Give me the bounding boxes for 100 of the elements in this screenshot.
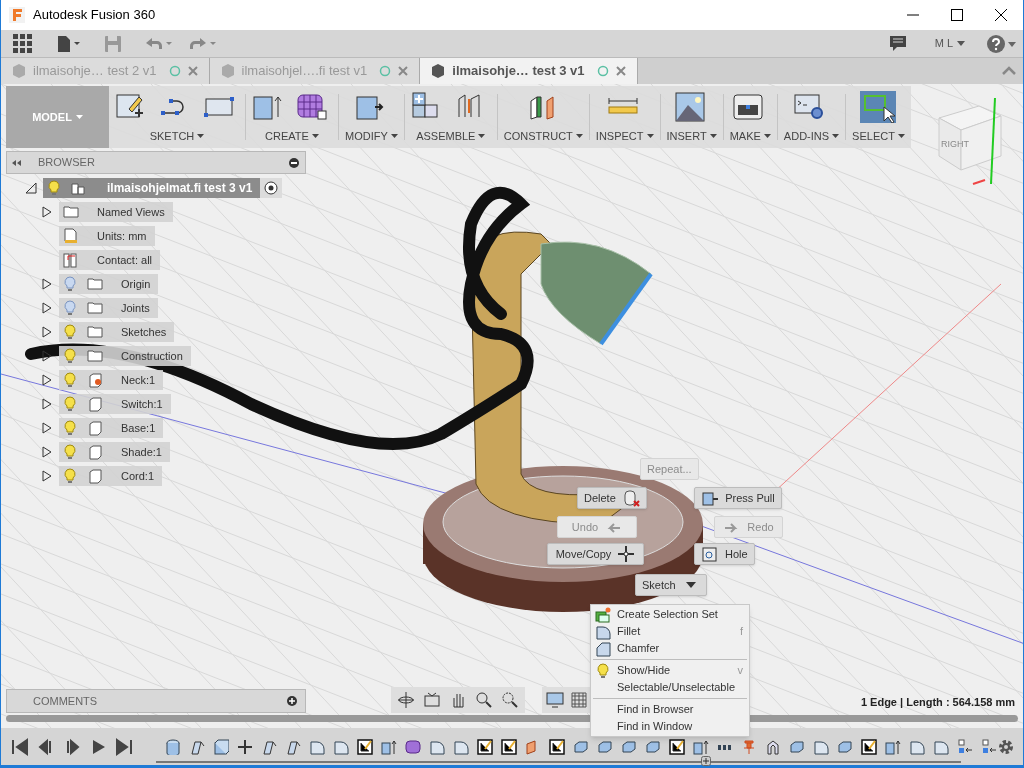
- browser-node[interactable]: Joints: [59, 298, 158, 318]
- maximize-icon[interactable]: [951, 9, 963, 21]
- close-icon[interactable]: [995, 9, 1007, 21]
- toolbar-group-menu[interactable]: SELECT: [852, 127, 905, 144]
- browser-node[interactable]: Origin: [59, 274, 159, 294]
- toolbar-group-menu[interactable]: MODIFY: [345, 127, 398, 144]
- toolbar-group-menu[interactable]: INSPECT: [595, 127, 654, 144]
- lightbulb-icon[interactable]: [63, 348, 77, 364]
- fit-zoom-icon[interactable]: [501, 691, 519, 709]
- component-arrow-icon[interactable]: [981, 738, 997, 755]
- lightbulb-icon[interactable]: [63, 468, 77, 484]
- settings-icon[interactable]: [997, 737, 1015, 756]
- expand-arrow-icon[interactable]: [41, 422, 53, 434]
- lightbulb-icon[interactable]: [63, 420, 77, 436]
- lightbulb-icon[interactable]: [63, 324, 77, 340]
- user-menu[interactable]: M L: [934, 35, 965, 52]
- fillet-icon[interactable]: [429, 738, 445, 755]
- close-tab-icon[interactable]: [614, 65, 627, 77]
- look-at-icon[interactable]: [423, 691, 441, 709]
- combine-icon[interactable]: [837, 738, 853, 755]
- fillet-icon[interactable]: [333, 738, 349, 755]
- cylinder-icon[interactable]: [165, 738, 181, 755]
- toolbar-group-menu[interactable]: ADD-INS: [783, 127, 840, 144]
- toolbar-group-menu[interactable]: MAKE: [729, 127, 771, 144]
- browser-node[interactable]: Sketches: [59, 322, 175, 342]
- box-icon[interactable]: [213, 738, 229, 755]
- expand-arrow-icon[interactable]: [41, 302, 53, 314]
- browser-node[interactable]: Switch:1: [59, 394, 171, 414]
- lightbulb-icon[interactable]: [63, 444, 77, 460]
- expand-arrow-icon[interactable]: [41, 278, 53, 290]
- context-menu-item[interactable]: Create Selection Set: [591, 606, 749, 623]
- marking-menu-button[interactable]: Move/Copy: [547, 543, 644, 565]
- expand-arrow-icon[interactable]: [41, 398, 53, 410]
- help-icon[interactable]: [987, 34, 1017, 53]
- component-arrow-icon[interactable]: [957, 738, 973, 755]
- combine-icon[interactable]: [645, 738, 661, 755]
- grid-icon[interactable]: [570, 691, 588, 709]
- sketch-icon[interactable]: [549, 738, 565, 755]
- toolbar-group-menu[interactable]: CREATE: [265, 127, 319, 144]
- add-comment-icon[interactable]: [287, 696, 297, 706]
- rib-icon[interactable]: [765, 738, 781, 755]
- sweep-icon[interactable]: [285, 738, 301, 755]
- context-menu-item[interactable]: Fillet f: [591, 623, 749, 640]
- add-marker-icon[interactable]: [701, 756, 711, 766]
- combine-icon[interactable]: [597, 738, 613, 755]
- orbit-icon[interactable]: [397, 691, 415, 709]
- extrude-icon[interactable]: [381, 738, 397, 755]
- toolbar-group-menu[interactable]: SKETCH: [149, 127, 205, 144]
- extrude-icon[interactable]: [885, 738, 901, 755]
- lightbulb-icon[interactable]: [63, 372, 77, 388]
- marking-menu-button[interactable]: Sketch: [635, 574, 707, 596]
- form-icon[interactable]: [405, 738, 421, 755]
- lightbulb-icon[interactable]: [63, 396, 77, 412]
- activate-radio-icon[interactable]: [264, 181, 279, 195]
- toolbar-group-menu[interactable]: ASSEMBLE: [416, 127, 486, 144]
- sketch-icon[interactable]: [861, 738, 877, 755]
- fillet-icon[interactable]: [909, 738, 925, 755]
- fillet-icon[interactable]: [453, 738, 469, 755]
- combine-icon[interactable]: [789, 738, 805, 755]
- sketch-icon[interactable]: [357, 738, 373, 755]
- skip-start-icon[interactable]: [11, 737, 29, 756]
- context-menu-item[interactable]: Chamfer: [591, 640, 749, 657]
- minimize-panel-icon[interactable]: [289, 157, 299, 168]
- browser-node[interactable]: Neck:1: [59, 370, 164, 390]
- context-menu-item[interactable]: Selectable/Unselectable: [591, 679, 749, 696]
- skip-end-icon[interactable]: [115, 737, 133, 756]
- expand-arrow-icon[interactable]: [41, 350, 53, 362]
- extrude-icon[interactable]: [693, 738, 709, 755]
- browser-node[interactable]: Construction: [59, 346, 191, 366]
- close-tab-icon[interactable]: [186, 65, 199, 77]
- pin-icon[interactable]: [741, 738, 757, 755]
- lightbulb-icon[interactable]: [63, 300, 77, 316]
- apps-grid-icon[interactable]: [13, 34, 32, 53]
- monitor-icon[interactable]: [546, 691, 564, 709]
- browser-node[interactable]: Base:1: [59, 418, 164, 438]
- select-window-icon[interactable]: [860, 91, 897, 123]
- collapse-arrow-icon[interactable]: [25, 182, 37, 194]
- sweep-icon[interactable]: [261, 738, 277, 755]
- expand-arrow-icon[interactable]: [41, 446, 53, 458]
- browser-node[interactable]: Units: mm: [59, 226, 155, 246]
- fillet-icon[interactable]: [813, 738, 829, 755]
- context-menu-item[interactable]: Find in Browser: [591, 701, 749, 718]
- fillet-icon[interactable]: [933, 738, 949, 755]
- close-tab-icon[interactable]: [397, 65, 410, 77]
- expand-arrow-icon[interactable]: [41, 206, 53, 218]
- browser-node[interactable]: Shade:1: [59, 442, 170, 462]
- context-menu-item[interactable]: Show/Hide v: [591, 662, 749, 679]
- collapse-panel-icon[interactable]: [12, 158, 22, 167]
- combine-icon[interactable]: [573, 738, 589, 755]
- sketch-icon[interactable]: [501, 738, 517, 755]
- expand-arrow-icon[interactable]: [41, 326, 53, 338]
- sketch-icon[interactable]: [477, 738, 493, 755]
- marking-menu-button[interactable]: Hole: [694, 543, 755, 565]
- context-menu-item[interactable]: Find in Window: [591, 718, 749, 735]
- lightbulb-icon[interactable]: [63, 276, 77, 292]
- move-arrows-icon[interactable]: [237, 738, 253, 755]
- zoom-icon[interactable]: [475, 691, 493, 709]
- browser-node[interactable]: Cord:1: [59, 466, 163, 486]
- document-tab[interactable]: ilmaisohje… test 3 v1: [420, 58, 638, 84]
- expand-arrow-icon[interactable]: [41, 374, 53, 386]
